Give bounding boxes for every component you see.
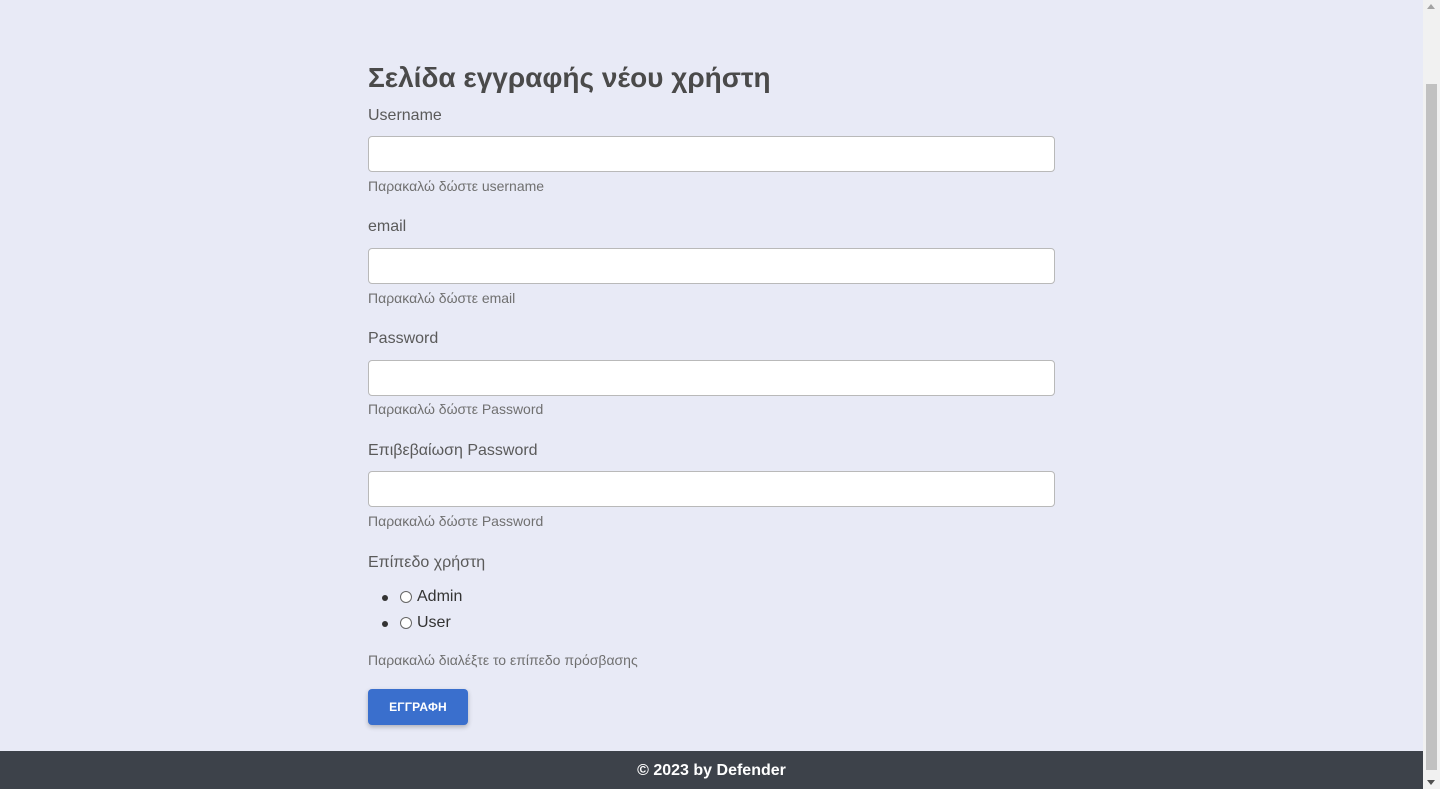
password-hint: Παρακαλώ δώστε Password — [368, 401, 544, 417]
scroll-thumb[interactable] — [1426, 84, 1437, 770]
confirm-password-hint: Παρακαλώ δώστε Password — [368, 513, 544, 529]
admin-radio-label[interactable]: Admin — [417, 587, 462, 607]
scroll-down-arrow-icon[interactable] — [1427, 780, 1435, 785]
vertical-scrollbar[interactable] — [1423, 0, 1440, 789]
email-hint: Παρακαλώ δώστε email — [368, 290, 516, 306]
scroll-up-arrow-icon[interactable] — [1427, 4, 1435, 9]
user-level-label: Επίπεδο χρήστη — [368, 554, 486, 571]
user-radio-label[interactable]: User — [417, 613, 451, 633]
list-bullet — [382, 621, 388, 627]
password-input[interactable] — [368, 360, 1055, 396]
username-input[interactable] — [368, 136, 1055, 172]
username-label: Username — [368, 107, 442, 124]
list-bullet — [382, 595, 388, 601]
user-level-hint: Παρακαλώ διαλέξτε το επίπεδο πρόσβασης — [368, 652, 638, 668]
confirm-password-input[interactable] — [368, 471, 1055, 507]
username-hint: Παρακαλώ δώστε username — [368, 178, 545, 194]
email-input[interactable] — [368, 248, 1055, 284]
footer-copyright: © 2023 by Defender — [637, 762, 786, 779]
page-title: Σελίδα εγγραφής νέου χρήστη — [368, 62, 771, 93]
confirm-password-label: Επιβεβαίωση Password — [368, 442, 538, 459]
footer: © 2023 by Defender — [0, 751, 1423, 789]
admin-radio[interactable] — [400, 591, 412, 603]
password-label: Password — [368, 330, 439, 347]
page: Σελίδα εγγραφής νέου χρήστη Username Παρ… — [0, 0, 1423, 751]
register-button[interactable]: ΕΓΓΡΑΦΗ — [368, 689, 468, 725]
email-label: email — [368, 218, 407, 235]
user-radio[interactable] — [400, 617, 412, 629]
